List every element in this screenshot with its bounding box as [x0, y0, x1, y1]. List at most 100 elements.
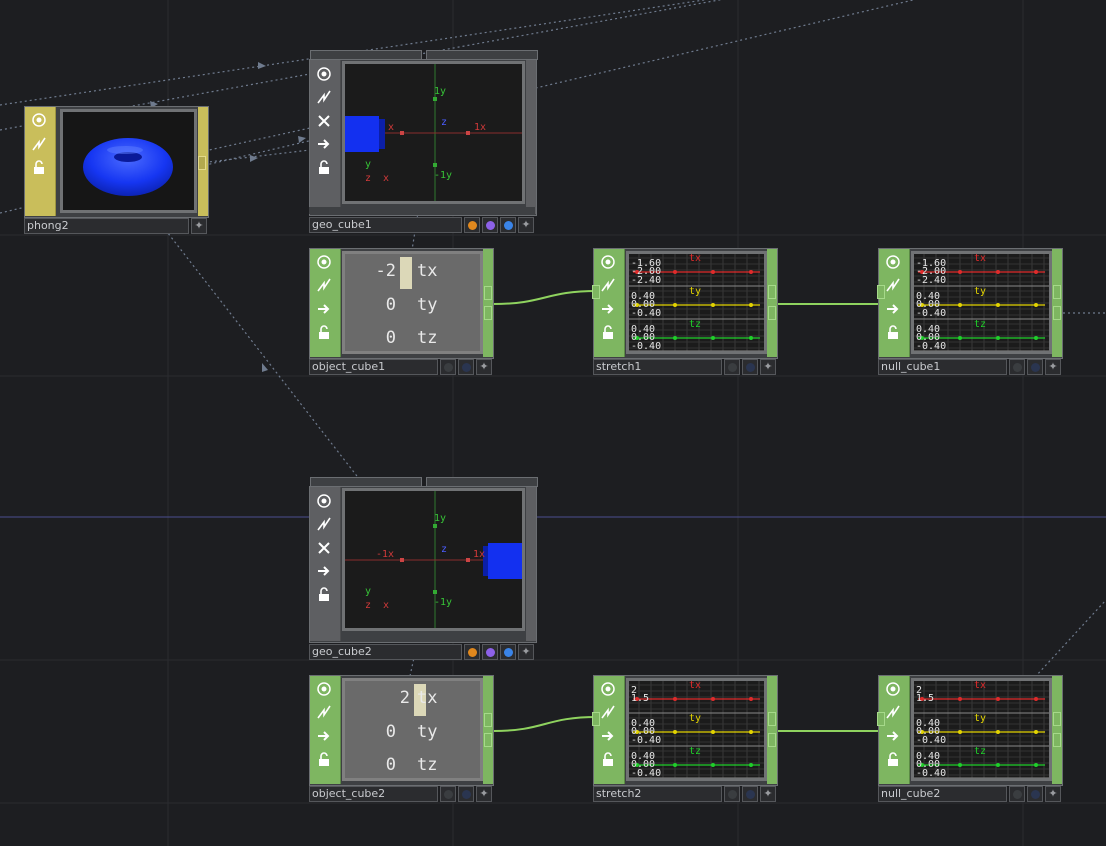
output-port[interactable]	[768, 285, 776, 299]
viewer-toggle-icon[interactable]	[597, 251, 619, 272]
constant-viewer[interactable]: 2 tx 0 ty 0 tz	[342, 678, 483, 781]
node-stretch2[interactable]: tx 2 1.5 ty 0.40 0.00 -0.40 tz 0.40 0.00 -0.40 stre…	[592, 675, 779, 803]
bypass-icon[interactable]	[313, 86, 335, 107]
output-port[interactable]	[1053, 712, 1061, 726]
display-flag[interactable]	[742, 359, 758, 375]
cook-lock-icon[interactable]	[28, 156, 50, 177]
viewer-toggle-icon[interactable]	[313, 63, 335, 84]
node-name[interactable]: phong2	[24, 218, 189, 234]
bypass-icon[interactable]	[313, 274, 335, 295]
input-port[interactable]	[592, 712, 600, 726]
bypass-icon[interactable]	[882, 701, 904, 722]
node-stretch1[interactable]: tx -1.60 -2.00 -2.40 ty 0.40 0.00 -0.40 tz 0.40 0.…	[592, 248, 779, 376]
render-flag[interactable]	[464, 644, 480, 660]
render-flag[interactable]	[1009, 786, 1025, 802]
node-null-cube1[interactable]: tx -1.60 -2.00 -2.40 ty 0.40 0.00 -0.40 tz 0.40 0.…	[877, 248, 1064, 376]
close-icon[interactable]	[313, 537, 335, 558]
viewer-toggle-icon[interactable]	[313, 678, 335, 699]
render-flag[interactable]	[464, 217, 480, 233]
node-name[interactable]: stretch1	[593, 359, 722, 375]
node-name[interactable]: object_cube2	[309, 786, 438, 802]
channel-graph-viewer[interactable]: tx -1.60 -2.00 -2.40 ty 0.40 0.00 -0.40 tz 0.40 0.…	[626, 251, 767, 354]
display-arrow-icon[interactable]	[313, 298, 335, 319]
node-object-cube2[interactable]: 2 tx 0 ty 0 tz object_cube2 ✦	[309, 675, 495, 803]
node-name[interactable]: geo_cube1	[309, 217, 462, 233]
cook-lock-icon[interactable]	[597, 321, 619, 342]
node-name[interactable]: stretch2	[593, 786, 722, 802]
bypass-icon[interactable]	[313, 701, 335, 722]
viewer-toggle-icon[interactable]	[313, 251, 335, 272]
display-arrow-icon[interactable]	[882, 725, 904, 746]
channel-graph-viewer[interactable]: tx 2 1.5 ty 0.40 0.00 -0.40 tz 0.40 0.00 -0.40	[911, 678, 1052, 781]
display-arrow-icon[interactable]	[597, 725, 619, 746]
render-flag[interactable]	[440, 786, 456, 802]
display-arrow-icon[interactable]	[882, 298, 904, 319]
node-name[interactable]: object_cube1	[309, 359, 438, 375]
display-flag[interactable]	[482, 217, 498, 233]
input-port[interactable]	[877, 285, 885, 299]
bypass-icon[interactable]	[597, 701, 619, 722]
cook-lock-icon[interactable]	[882, 321, 904, 342]
geo-viewer[interactable]: 1y -1y -1x 1x z y z x	[342, 488, 525, 631]
display-flag[interactable]	[482, 644, 498, 660]
render-flag[interactable]	[1009, 359, 1025, 375]
viewer-toggle-icon[interactable]	[882, 251, 904, 272]
bypass-icon[interactable]	[597, 274, 619, 295]
node-phong2[interactable]: phong2 ✦	[24, 106, 210, 234]
output-port[interactable]	[768, 306, 776, 320]
display-arrow-icon[interactable]	[313, 560, 335, 581]
output-port[interactable]	[484, 286, 492, 300]
channel-graph-viewer[interactable]: tx 2 1.5 ty 0.40 0.00 -0.40 tz 0.40 0.00 -0.40	[626, 678, 767, 781]
render-flag[interactable]	[724, 786, 740, 802]
display-flag[interactable]	[458, 359, 474, 375]
display-arrow-icon[interactable]	[313, 725, 335, 746]
output-port[interactable]	[198, 156, 206, 170]
output-port[interactable]	[768, 733, 776, 747]
node-null-cube2[interactable]: tx 2 1.5 ty 0.40 0.00 -0.40 tz 0.40 0.00 -0.40 null…	[877, 675, 1064, 803]
display-arrow-icon[interactable]	[313, 133, 335, 154]
bypass-icon[interactable]	[28, 133, 50, 154]
render-flag[interactable]	[724, 359, 740, 375]
add-icon[interactable]: ✦	[1045, 359, 1061, 375]
bypass-icon[interactable]	[313, 513, 335, 534]
cook-lock-icon[interactable]	[882, 748, 904, 769]
add-icon[interactable]: ✦	[191, 218, 207, 234]
display-flag[interactable]	[1027, 359, 1043, 375]
display-arrow-icon[interactable]	[597, 298, 619, 319]
bypass-icon[interactable]	[882, 274, 904, 295]
output-port[interactable]	[1053, 285, 1061, 299]
add-icon[interactable]: ✦	[760, 786, 776, 802]
cook-lock-icon[interactable]	[313, 583, 335, 604]
geo-viewer[interactable]: 1y -1y x 1x z y z x	[342, 61, 525, 204]
torus-viewer[interactable]	[60, 109, 197, 213]
pick-flag[interactable]	[500, 217, 516, 233]
output-port[interactable]	[1053, 733, 1061, 747]
display-flag[interactable]	[1027, 786, 1043, 802]
output-port[interactable]	[768, 712, 776, 726]
display-flag[interactable]	[458, 786, 474, 802]
viewer-toggle-icon[interactable]	[313, 490, 335, 511]
add-icon[interactable]: ✦	[518, 644, 534, 660]
add-icon[interactable]: ✦	[476, 786, 492, 802]
display-flag[interactable]	[742, 786, 758, 802]
viewer-toggle-icon[interactable]	[882, 678, 904, 699]
input-port[interactable]	[877, 712, 885, 726]
cook-lock-icon[interactable]	[313, 748, 335, 769]
cook-lock-icon[interactable]	[313, 321, 335, 342]
add-icon[interactable]: ✦	[476, 359, 492, 375]
input-port[interactable]	[592, 285, 600, 299]
node-name[interactable]: null_cube2	[878, 786, 1007, 802]
output-port[interactable]	[484, 713, 492, 727]
viewer-toggle-icon[interactable]	[28, 109, 50, 130]
node-geo-cube2[interactable]: 1y -1y -1x 1x z y z x geo_cube2 ✦	[309, 477, 538, 661]
add-icon[interactable]: ✦	[760, 359, 776, 375]
viewer-toggle-icon[interactable]	[597, 678, 619, 699]
cook-lock-icon[interactable]	[313, 156, 335, 177]
channel-graph-viewer[interactable]: tx -1.60 -2.00 -2.40 ty 0.40 0.00 -0.40 tz 0.40 0.…	[911, 251, 1052, 354]
constant-viewer[interactable]: -2 tx 0 ty 0 tz	[342, 251, 483, 354]
add-icon[interactable]: ✦	[1045, 786, 1061, 802]
cook-lock-icon[interactable]	[597, 748, 619, 769]
add-icon[interactable]: ✦	[518, 217, 534, 233]
render-flag[interactable]	[440, 359, 456, 375]
output-port[interactable]	[484, 306, 492, 320]
